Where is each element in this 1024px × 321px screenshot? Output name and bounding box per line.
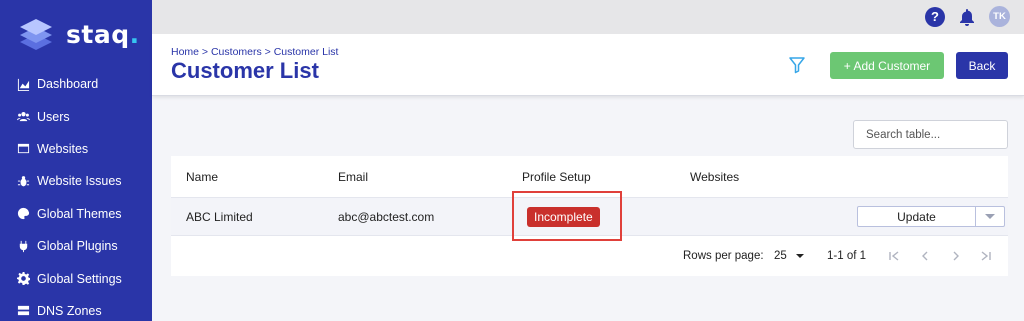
sidebar-item-global-plugins[interactable]: Global Plugins	[0, 230, 152, 262]
users-icon	[17, 112, 30, 122]
table-row[interactable]: ABC Limited abc@abctest.com Incomplete U…	[171, 191, 1008, 241]
sidebar: staq. Dashboard Users Websites Website I…	[0, 0, 152, 321]
sidebar-item-label: Dashboard	[37, 77, 99, 92]
rows-per-page-label: Rows per page:	[683, 250, 764, 262]
column-header-name[interactable]: Name	[186, 170, 218, 184]
first-page-icon[interactable]	[887, 249, 901, 263]
search-input[interactable]	[853, 120, 1008, 149]
help-icon[interactable]: ?	[925, 6, 945, 27]
pagination-range: 1-1 of 1	[827, 250, 866, 262]
update-dropdown-toggle[interactable]	[976, 207, 1004, 226]
sidebar-item-label: DNS Zones	[37, 303, 102, 318]
column-header-websites[interactable]: Websites	[690, 170, 739, 184]
rows-per-page-value: 25	[774, 250, 787, 262]
brand-dot: .	[129, 19, 140, 49]
sidebar-item-websites[interactable]: Websites	[0, 133, 152, 165]
bug-icon	[17, 175, 30, 187]
filter-icon[interactable]	[788, 56, 806, 74]
sidebar-item-global-themes[interactable]: Global Themes	[0, 198, 152, 230]
column-header-profile-setup[interactable]: Profile Setup	[522, 170, 591, 184]
logo[interactable]: staq.	[16, 14, 140, 54]
sidebar-item-label: Global Themes	[37, 206, 122, 221]
column-header-email[interactable]: Email	[338, 170, 368, 184]
sidebar-item-dns-zones[interactable]: DNS Zones	[0, 295, 152, 321]
update-split-button: Update	[857, 206, 1005, 227]
update-button[interactable]: Update	[858, 207, 976, 226]
sidebar-item-dashboard[interactable]: Dashboard	[0, 68, 152, 100]
sidebar-item-global-settings[interactable]: Global Settings	[0, 262, 152, 294]
breadcrumb[interactable]: Home > Customers > Customer List	[171, 46, 338, 58]
browser-window-icon	[17, 144, 30, 154]
sidebar-item-users[interactable]: Users	[0, 100, 152, 132]
rows-per-page-select[interactable]: 25	[774, 250, 805, 262]
cell-email: abc@abctest.com	[338, 210, 435, 224]
gear-icon	[17, 272, 30, 286]
sidebar-nav: Dashboard Users Websites Website Issues …	[0, 68, 152, 321]
bell-icon[interactable]	[959, 8, 975, 26]
page-title: Customer List	[171, 58, 319, 83]
chevron-down-icon	[795, 254, 804, 258]
brand-name: staq	[66, 19, 130, 49]
sidebar-item-website-issues[interactable]: Website Issues	[0, 165, 152, 197]
sidebar-item-label: Global Plugins	[37, 239, 118, 254]
sidebar-item-label: Website Issues	[37, 174, 122, 189]
page-header: Home > Customers > Customer List Custome…	[152, 34, 1024, 96]
chevron-down-icon	[985, 214, 995, 219]
server-icon	[17, 306, 30, 316]
cell-name: ABC Limited	[186, 210, 253, 224]
last-page-icon[interactable]	[979, 249, 993, 263]
back-button[interactable]: Back	[956, 52, 1008, 79]
status-badge: Incomplete	[527, 207, 600, 227]
top-bar: ? TK	[152, 0, 1024, 34]
next-page-icon[interactable]	[949, 249, 963, 263]
stack-logo-icon	[20, 19, 52, 50]
avatar[interactable]: TK	[989, 6, 1010, 27]
previous-page-icon[interactable]	[918, 249, 932, 263]
customer-table: Name Email Profile Setup Websites ABC Li…	[171, 156, 1008, 276]
chart-icon	[17, 78, 30, 91]
plug-icon	[19, 240, 28, 252]
sidebar-item-label: Websites	[37, 141, 89, 156]
sidebar-item-label: Users	[37, 109, 70, 124]
palette-icon	[17, 208, 30, 220]
sidebar-item-label: Global Settings	[37, 271, 122, 286]
add-customer-button[interactable]: + Add Customer	[830, 52, 944, 79]
